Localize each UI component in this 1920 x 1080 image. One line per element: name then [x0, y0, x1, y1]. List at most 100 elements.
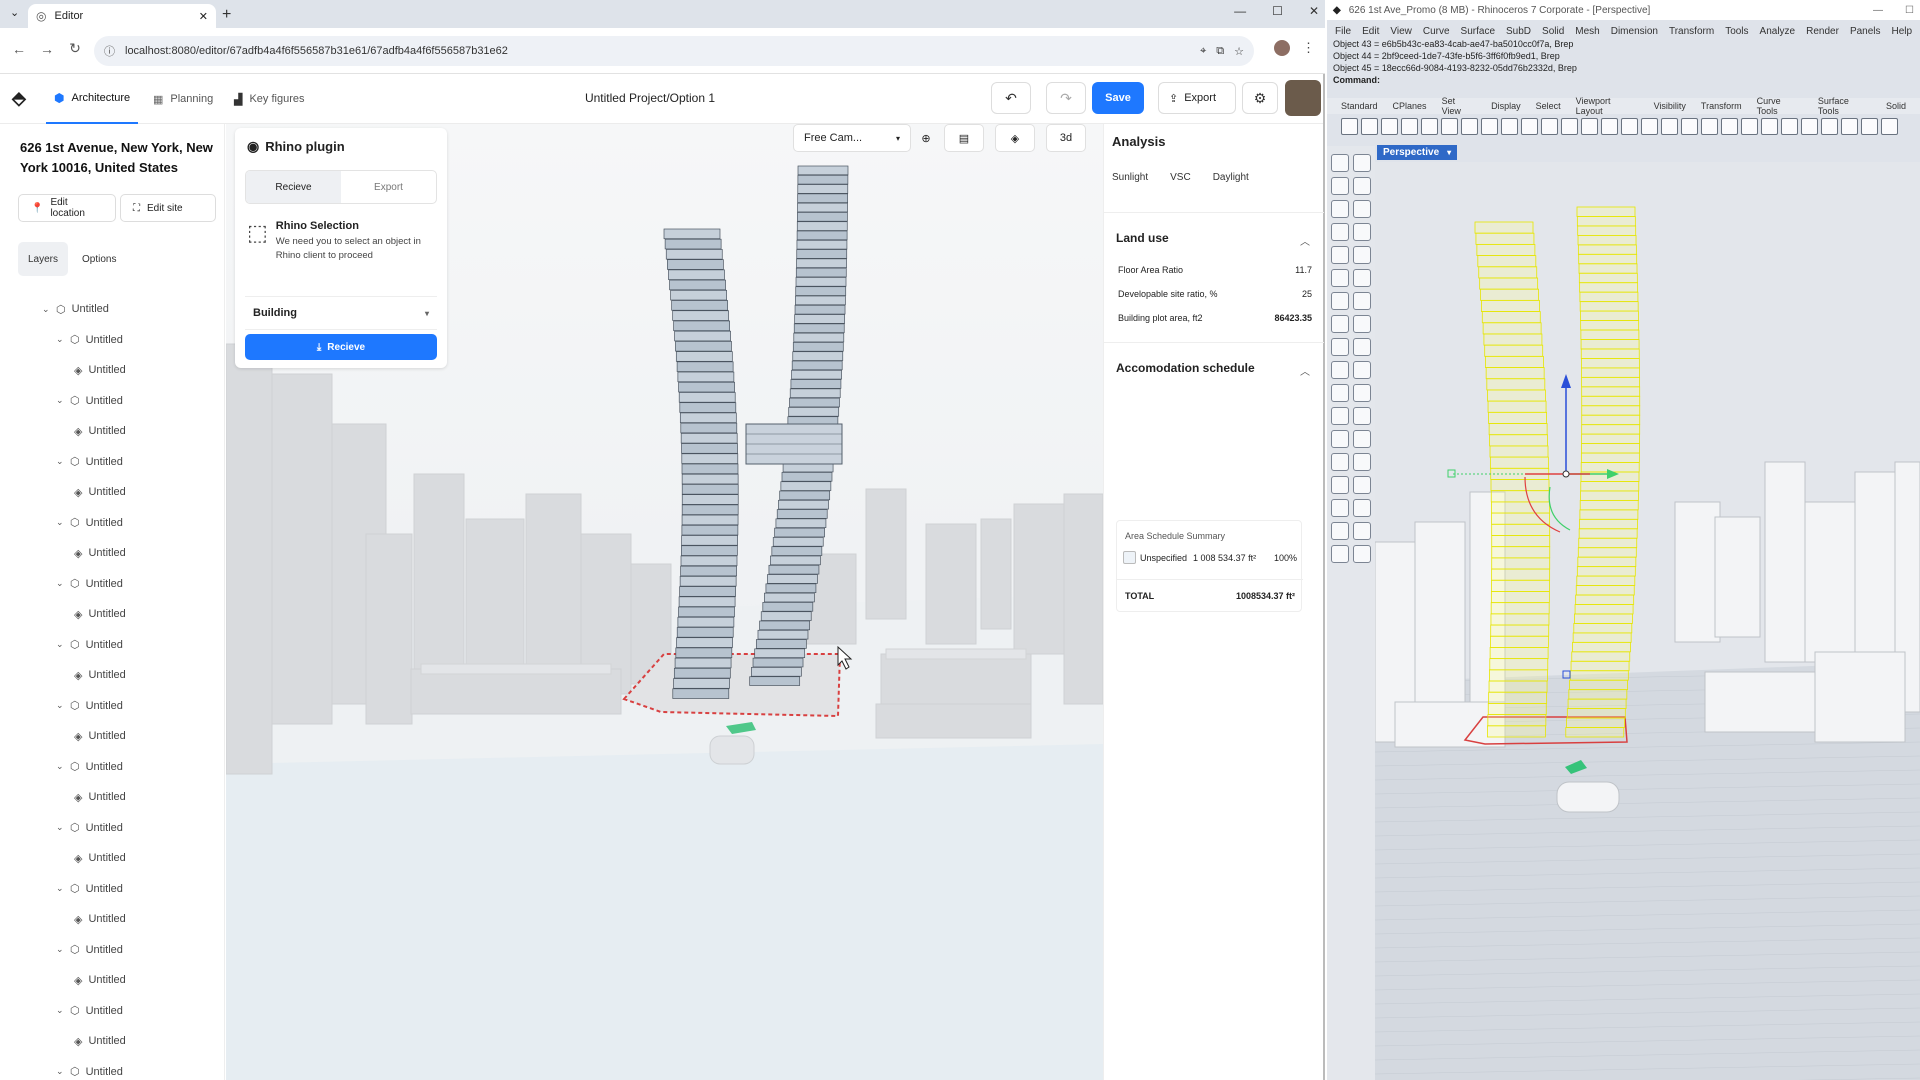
rhino-side-tool-icon[interactable] — [1331, 200, 1349, 218]
rhino-toolbar-tab[interactable]: Viewport Layout — [1576, 96, 1639, 116]
chevron-down-icon[interactable]: ⌄ — [56, 944, 64, 955]
rhino-tool-icon[interactable] — [1461, 117, 1478, 135]
rhino-side-tool-icon[interactable] — [1331, 545, 1349, 563]
rhino-side-tool-icon[interactable] — [1353, 154, 1371, 172]
rhino-tool-icon[interactable] — [1401, 117, 1418, 135]
rhino-tool-icon[interactable] — [1341, 117, 1358, 135]
chevron-down-icon[interactable]: ⌄ — [56, 1066, 64, 1077]
forward-icon[interactable]: → — [36, 41, 58, 57]
rhino-menu-item[interactable]: Edit — [1362, 26, 1379, 37]
rhino-side-tool-icon[interactable] — [1353, 545, 1371, 563]
tree-item[interactable]: ◈ Untitled — [0, 904, 224, 935]
tree-item[interactable]: ◈ Untitled — [0, 660, 224, 691]
chevron-down-icon[interactable]: ⌄ — [56, 578, 64, 589]
rhino-tool-icon[interactable] — [1541, 117, 1558, 135]
rhino-tool-icon[interactable] — [1481, 117, 1498, 135]
rhino-tool-icon[interactable] — [1761, 117, 1778, 135]
rhino-side-tool-icon[interactable] — [1331, 292, 1349, 310]
minimize-icon[interactable]: — — [1234, 4, 1246, 18]
tree-item[interactable]: ◈ Untitled — [0, 355, 224, 386]
rhino-side-tool-icon[interactable] — [1331, 453, 1349, 471]
rhino-tool-icon[interactable] — [1721, 117, 1738, 135]
chevron-down-icon[interactable]: ⌄ — [42, 304, 50, 315]
export-button[interactable]: ⇪ Export — [1158, 82, 1236, 114]
close-tab-icon[interactable]: ✕ — [199, 10, 208, 23]
profile-avatar[interactable] — [1274, 40, 1290, 56]
install-icon[interactable]: ⧉ — [1216, 45, 1224, 58]
rhino-tool-icon[interactable] — [1521, 117, 1538, 135]
tab-sunlight[interactable]: Sunlight — [1112, 172, 1148, 183]
tree-item[interactable]: ⌄ ⬡ Untitled — [0, 569, 224, 600]
rhino-side-tool-icon[interactable] — [1331, 246, 1349, 264]
rhino-tool-icon[interactable] — [1381, 117, 1398, 135]
rhino-tool-icon[interactable] — [1741, 117, 1758, 135]
rhino-side-tool-icon[interactable] — [1353, 499, 1371, 517]
chevron-down-icon[interactable]: ⌄ — [56, 334, 64, 345]
chevron-down-icon[interactable]: ⌄ — [56, 761, 64, 772]
nav-tab-planning[interactable]: ▦ Planning — [145, 74, 221, 124]
rhino-menu-item[interactable]: Surface — [1461, 26, 1495, 37]
tree-item[interactable]: ⌄ ⬡ Untitled — [0, 874, 224, 905]
rhino-side-tool-icon[interactable] — [1353, 338, 1371, 356]
tree-item[interactable]: ◈ Untitled — [0, 538, 224, 569]
rhino-side-tool-icon[interactable] — [1331, 223, 1349, 241]
rhino-toolbar-tab[interactable]: Set View — [1442, 96, 1477, 116]
rhino-menu-item[interactable]: View — [1390, 26, 1412, 37]
tab-daylight[interactable]: Daylight — [1213, 172, 1249, 183]
settings-button[interactable]: ⚙ — [1242, 82, 1278, 114]
chevron-down-icon[interactable]: ⌄ — [56, 517, 64, 528]
command-prompt[interactable]: Command: — [1333, 74, 1920, 86]
rhino-side-tool-icon[interactable] — [1331, 430, 1349, 448]
rhino-side-tool-icon[interactable] — [1353, 407, 1371, 425]
rhino-side-tool-icon[interactable] — [1353, 315, 1371, 333]
rhino-tool-icon[interactable] — [1681, 117, 1698, 135]
rhino-side-tool-icon[interactable] — [1353, 223, 1371, 241]
rhino-side-tool-icon[interactable] — [1353, 292, 1371, 310]
crosshair-button[interactable]: ⊕ — [914, 124, 938, 152]
tree-item[interactable]: ◈ Untitled — [0, 599, 224, 630]
chevron-down-icon[interactable]: ⌄ — [56, 639, 64, 650]
chevron-down-icon[interactable]: ⌄ — [56, 456, 64, 467]
recieve-button[interactable]: ⤓ Recieve — [245, 334, 437, 360]
rhino-menu-item[interactable]: Render — [1806, 26, 1839, 37]
project-title[interactable]: Untitled Project/Option 1 — [560, 91, 740, 105]
rhino-side-tool-icon[interactable] — [1331, 361, 1349, 379]
rhino-tool-icon[interactable] — [1621, 117, 1638, 135]
app-logo-icon[interactable]: ⬘ — [12, 88, 26, 109]
rhino-menu-item[interactable]: Solid — [1542, 26, 1564, 37]
tree-item[interactable]: ◈ Untitled — [0, 416, 224, 447]
nav-tab-key-figures[interactable]: ▟ Key figures — [226, 74, 313, 124]
rhino-side-tool-icon[interactable] — [1331, 315, 1349, 333]
maximize-icon[interactable]: ☐ — [1272, 4, 1283, 18]
rhino-menu-item[interactable]: Curve — [1423, 26, 1450, 37]
rhino-toolbar-tab[interactable]: CPlanes — [1393, 101, 1427, 111]
rhino-menu-item[interactable]: File — [1335, 26, 1351, 37]
edit-site-button[interactable]: ⛶ Edit site — [120, 194, 216, 222]
rhino-side-tool-icon[interactable] — [1331, 384, 1349, 402]
tree-item[interactable]: ⌄ ⬡ Untitled — [0, 386, 224, 417]
rhino-tool-icon[interactable] — [1661, 117, 1678, 135]
minimize-icon[interactable]: — — [1873, 5, 1883, 16]
tab-vsc[interactable]: VSC — [1170, 172, 1191, 183]
rhino-tool-icon[interactable] — [1501, 117, 1518, 135]
tree-item[interactable]: ⌄ ⬡ Untitled — [0, 935, 224, 966]
rhino-menu-item[interactable]: Analyze — [1760, 26, 1796, 37]
rhino-side-tool-icon[interactable] — [1353, 246, 1371, 264]
3d-toggle-button[interactable]: 3d — [1046, 124, 1086, 152]
collapse-chevron-icon[interactable]: ︿ — [1300, 363, 1310, 378]
rhino-side-tool-icon[interactable] — [1331, 522, 1349, 540]
rhino-side-tool-icon[interactable] — [1331, 407, 1349, 425]
rhino-toolbar-tab[interactable]: Standard — [1341, 101, 1378, 111]
redo-button[interactable]: ↷ — [1046, 82, 1086, 114]
object-type-dropdown[interactable]: Building ▾ — [245, 296, 437, 330]
rhino-tool-icon[interactable] — [1441, 117, 1458, 135]
rhino-side-tool-icon[interactable] — [1353, 476, 1371, 494]
tree-item[interactable]: ⌄ ⬡ Untitled — [0, 813, 224, 844]
color-swatch[interactable] — [1123, 551, 1136, 564]
tab-recieve[interactable]: Recieve — [246, 171, 341, 203]
tree-item[interactable]: ◈ Untitled — [0, 965, 224, 996]
tree-item[interactable]: ⌄ ⬡ Untitled — [0, 630, 224, 661]
rhino-tool-icon[interactable] — [1801, 117, 1818, 135]
layers-toggle-button[interactable]: ◈ — [995, 124, 1035, 152]
rhino-side-tool-icon[interactable] — [1353, 361, 1371, 379]
